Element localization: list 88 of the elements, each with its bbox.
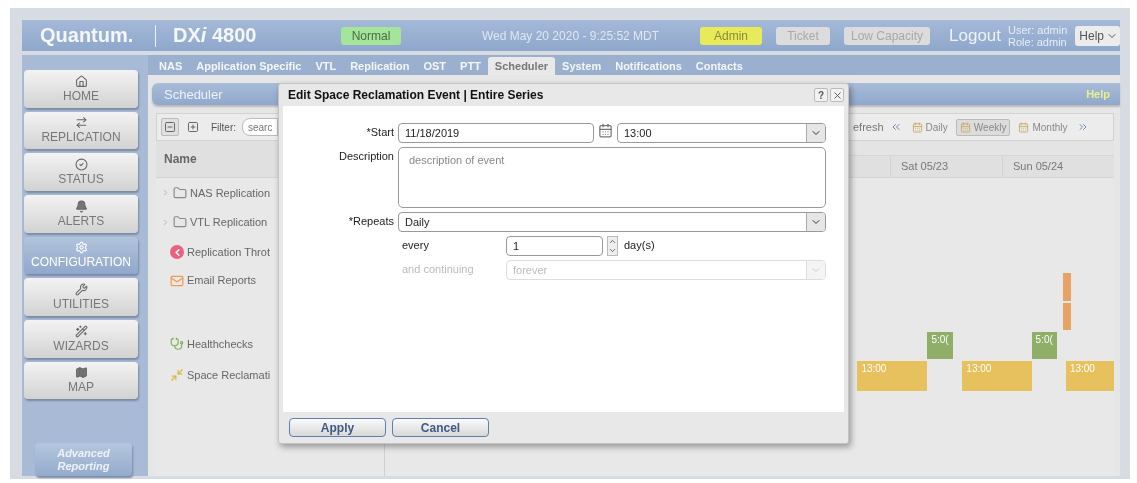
throttle-icon (170, 245, 184, 259)
nav-button[interactable]: ALERTS (24, 194, 138, 233)
tab[interactable]: OST (416, 57, 454, 75)
logout-link[interactable]: Logout (949, 25, 1001, 46)
tab[interactable]: Application Specific (189, 57, 309, 75)
filter-field[interactable]: searc (242, 118, 278, 136)
shrink-arrows-icon (170, 368, 184, 382)
view-button[interactable]: Weekly (955, 118, 1011, 136)
nav-button[interactable]: REPLICATION (24, 111, 138, 150)
role-label: Role: admin (1008, 35, 1068, 48)
close-button[interactable] (830, 88, 844, 102)
advanced-reporting-button[interactable]: Advanced Reporting (35, 443, 132, 476)
close-icon (831, 89, 843, 101)
collapse-icon[interactable] (161, 118, 179, 136)
calendar-icon (911, 121, 923, 133)
help-dropdown[interactable]: Help (1075, 25, 1120, 46)
time-dropdown[interactable]: 13:00 (617, 123, 826, 143)
tab[interactable]: System (555, 57, 609, 75)
dialog-title: Edit Space Reclamation Event | Entire Series (288, 88, 545, 102)
number-field[interactable]: 1 (506, 236, 603, 256)
tab[interactable]: Contacts (688, 57, 750, 75)
row-name: Healthchecks (187, 338, 254, 350)
tab[interactable]: PTT (453, 57, 488, 75)
map-icon (74, 366, 88, 380)
filter-label: Filter: (211, 121, 236, 133)
dialog-button[interactable]: Cancel (392, 418, 489, 437)
nav-button[interactable]: HOME (24, 70, 138, 108)
calendar-icon (1018, 121, 1030, 133)
calendar-icon (959, 121, 971, 133)
spinner-icon[interactable] (607, 236, 618, 256)
swap-arrows-icon (74, 116, 88, 130)
wand-icon (74, 324, 88, 338)
view-button[interactable]: Daily (907, 118, 952, 136)
day-header: Sun 05/24 (1002, 156, 1114, 177)
refresh-link[interactable]: efresh (853, 121, 884, 133)
panel-title: Scheduler (164, 86, 223, 102)
wrench-icon (74, 283, 88, 297)
calendar-event[interactable]: 13:00 (1065, 361, 1114, 391)
repeats-dropdown[interactable]: Daily (398, 212, 826, 232)
folder-icon (173, 215, 187, 229)
calendar-event[interactable] (1062, 303, 1071, 330)
nav-button[interactable]: UTILITIES (24, 278, 138, 316)
check-circle-icon (74, 158, 88, 172)
calendar-icon[interactable] (598, 123, 613, 138)
day-header: Sat 05/23 (890, 156, 1002, 177)
nav-button[interactable]: MAP (24, 361, 138, 400)
header-badge[interactable]: Admin (700, 26, 762, 45)
help-button[interactable]: ? (814, 88, 828, 102)
date-time: Wed May 20 2020 - 9:25:52 MDT (480, 28, 661, 43)
row-name: Email Reports (187, 274, 257, 286)
row-name: Space Reclamati (187, 369, 271, 381)
nav-button[interactable]: CONFIGURATION (24, 236, 138, 275)
calendar-event[interactable] (1062, 273, 1071, 301)
settings-icon (74, 241, 88, 255)
date-field[interactable]: 11/18/2019 (398, 123, 594, 143)
row-name: VTL Replication (190, 216, 268, 228)
help-link[interactable]: Help (1086, 88, 1110, 100)
nav-button[interactable]: WIZARDS (24, 319, 138, 358)
expand-icon[interactable] (185, 119, 201, 135)
tab[interactable]: Replication (343, 57, 417, 75)
description-field[interactable]: description of event (398, 147, 826, 208)
view-button[interactable]: Monthly (1014, 118, 1072, 136)
calendar-event[interactable]: 5:0( (1031, 332, 1058, 359)
field-label: every (402, 238, 430, 251)
calendar-event[interactable]: 13:00 (962, 361, 1032, 391)
brand-logo: Quantum. (40, 24, 135, 47)
tab[interactable]: Scheduler (487, 57, 556, 75)
stethoscope-icon (170, 337, 184, 351)
tab[interactable]: VTL (308, 57, 344, 75)
home-icon (74, 74, 88, 88)
bell-icon (74, 199, 88, 213)
calendar-event[interactable]: 13:00 (857, 361, 927, 391)
status-badge: Normal (341, 26, 401, 45)
row-name: Replication Throt (187, 246, 270, 258)
field-label: and continuing (402, 262, 475, 275)
folder-icon (173, 185, 187, 200)
row-name: NAS Replication (190, 186, 271, 199)
user-label: User: admin (1008, 23, 1068, 36)
field-label: *Start (365, 125, 394, 138)
product-name: DXi 4800 (173, 24, 258, 47)
dialog-button[interactable]: Apply (289, 418, 386, 437)
unit-label: day(s) (624, 238, 655, 251)
field-label: *Repeats (347, 214, 394, 227)
tab[interactable]: NAS (152, 57, 190, 75)
calendar-event[interactable]: 5:0( (927, 332, 953, 359)
nav-button[interactable]: STATUS (24, 153, 138, 191)
tab[interactable]: Notifications (608, 57, 689, 75)
envelope-icon (170, 274, 184, 288)
